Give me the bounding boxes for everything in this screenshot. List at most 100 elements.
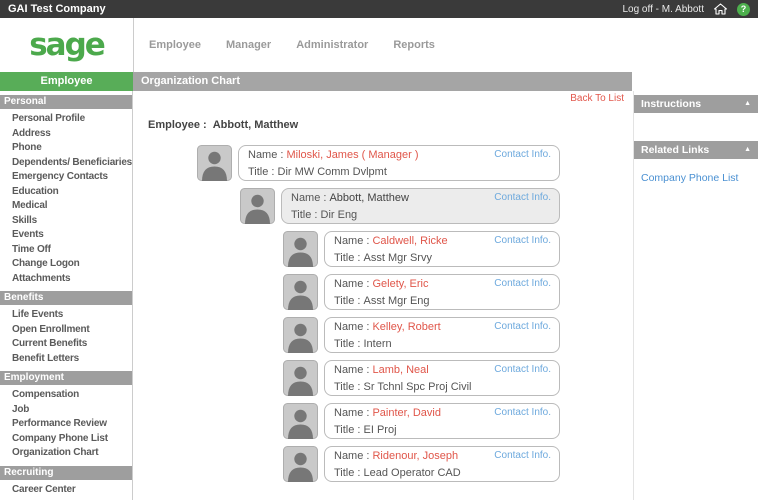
name-label: Name : bbox=[291, 192, 326, 204]
sidebar-item-time-off[interactable]: Time Off bbox=[0, 243, 132, 258]
org-card-title-line: Title :Sr Tchnl Spc Proj Civil bbox=[334, 378, 551, 395]
employee-title: Sr Tchnl Spc Proj Civil bbox=[364, 381, 472, 393]
nav-item-reports[interactable]: Reports bbox=[393, 39, 435, 51]
sidebar-item-dependents-beneficiaries[interactable]: Dependents/ Beneficiaries bbox=[0, 156, 132, 171]
avatar bbox=[283, 231, 318, 267]
title-label: Title : bbox=[248, 166, 275, 178]
sidebar-item-company-phone-list[interactable]: Company Phone List bbox=[0, 432, 132, 447]
top-bar: GAI Test Company Log off - M. Abbott ? bbox=[0, 0, 758, 18]
title-label: Title : bbox=[334, 381, 361, 393]
sidebar-item-phone[interactable]: Phone bbox=[0, 141, 132, 156]
org-chart-row: Name :Ridenour, Joseph Contact Info. Tit… bbox=[134, 446, 560, 482]
org-card: Name :Ridenour, Joseph Contact Info. Tit… bbox=[324, 446, 560, 482]
sidebar-item-benefit-letters[interactable]: Benefit Letters bbox=[0, 352, 132, 367]
instructions-panel-title: Instructions bbox=[641, 95, 701, 113]
employee-name: Gelety, Eric bbox=[372, 278, 428, 290]
page: GAI Test Company Log off - M. Abbott ? s… bbox=[0, 0, 758, 500]
sidebar-item-change-logon[interactable]: Change Logon bbox=[0, 257, 132, 272]
employee-title: Dir Eng bbox=[321, 209, 358, 221]
org-card-title-line: Title :Asst Mgr Srvy bbox=[334, 249, 551, 266]
main-content: Back To List Employee : Abbott, Matthew N… bbox=[134, 91, 632, 500]
sidebar-section-header-recruiting: Recruiting bbox=[0, 466, 132, 480]
sidebar-item-personal-profile[interactable]: Personal Profile bbox=[0, 112, 132, 127]
employee-heading-label: Employee : bbox=[148, 119, 207, 131]
sidebar-item-organization-chart[interactable]: Organization Chart bbox=[0, 446, 132, 461]
org-chart-row: Name :Gelety, Eric Contact Info. Title :… bbox=[134, 274, 560, 310]
nav-item-employee[interactable]: Employee bbox=[149, 39, 201, 51]
sidebar-section-items: Compensation Job Performance Review Comp… bbox=[0, 385, 132, 463]
sidebar-item-attachments[interactable]: Attachments bbox=[0, 272, 132, 287]
avatar-silhouette-icon bbox=[283, 274, 318, 310]
title-label: Title : bbox=[334, 295, 361, 307]
sidebar-item-job[interactable]: Job bbox=[0, 403, 132, 418]
company-name: GAI Test Company bbox=[8, 3, 106, 15]
sidebar-item-events[interactable]: Events bbox=[0, 228, 132, 243]
name-label: Name : bbox=[334, 278, 369, 290]
org-card-name-line: Name :Kelley, Robert bbox=[334, 318, 441, 335]
contact-info-link[interactable]: Contact Info. bbox=[494, 276, 551, 291]
employee-name: Painter, David bbox=[372, 407, 440, 419]
employee-name: Caldwell, Ricke bbox=[372, 235, 447, 247]
title-label: Title : bbox=[291, 209, 318, 221]
contact-info-link[interactable]: Contact Info. bbox=[494, 147, 551, 162]
avatar-silhouette-icon bbox=[197, 145, 232, 181]
org-card: Name :Miloski, James ( Manager ) Contact… bbox=[238, 145, 560, 181]
sidebar-item-career-center[interactable]: Career Center bbox=[0, 483, 132, 498]
avatar bbox=[283, 317, 318, 353]
sidebar-item-performance-review[interactable]: Performance Review bbox=[0, 417, 132, 432]
contact-info-link[interactable]: Contact Info. bbox=[494, 362, 551, 377]
name-label: Name : bbox=[334, 321, 369, 333]
avatar bbox=[197, 145, 232, 181]
sidebar-item-medical[interactable]: Medical bbox=[0, 199, 132, 214]
name-label: Name : bbox=[248, 149, 283, 161]
employee-name: Kelley, Robert bbox=[372, 321, 440, 333]
related-links-list: Company Phone List bbox=[634, 172, 758, 184]
sidebar-item-address[interactable]: Address bbox=[0, 127, 132, 142]
avatar-silhouette-icon bbox=[283, 317, 318, 353]
org-card-title-line: Title :Dir MW Comm Dvlpmt bbox=[248, 163, 551, 180]
avatar-silhouette-icon bbox=[240, 188, 275, 224]
employee-heading: Employee : Abbott, Matthew bbox=[148, 119, 298, 131]
collapse-arrow-icon[interactable]: ▲ bbox=[744, 141, 751, 159]
contact-info-link[interactable]: Contact Info. bbox=[494, 233, 551, 248]
employee-heading-name: Abbott, Matthew bbox=[213, 119, 299, 131]
nav-item-administrator[interactable]: Administrator bbox=[296, 39, 368, 51]
related-link-company-phone-list[interactable]: Company Phone List bbox=[634, 172, 758, 184]
sidebar-item-life-events[interactable]: Life Events bbox=[0, 308, 132, 323]
contact-info-link[interactable]: Contact Info. bbox=[494, 448, 551, 463]
name-label: Name : bbox=[334, 235, 369, 247]
org-card-title-line: Title :Intern bbox=[334, 335, 551, 352]
related-links-panel-header[interactable]: Related Links ▲ bbox=[634, 141, 758, 159]
collapse-arrow-icon[interactable]: ▲ bbox=[744, 95, 751, 113]
instructions-panel-header[interactable]: Instructions ▲ bbox=[634, 95, 758, 113]
sidebar-item-current-benefits[interactable]: Current Benefits bbox=[0, 337, 132, 352]
contact-info-link[interactable]: Contact Info. bbox=[494, 405, 551, 420]
page-title: Organization Chart bbox=[133, 72, 632, 91]
org-chart-row: Name :Miloski, James ( Manager ) Contact… bbox=[134, 145, 560, 181]
contact-info-link[interactable]: Contact Info. bbox=[494, 190, 551, 205]
org-chart-row: Name :Caldwell, Ricke Contact Info. Titl… bbox=[134, 231, 560, 267]
help-icon[interactable]: ? bbox=[737, 3, 750, 16]
sidebar-item-education[interactable]: Education bbox=[0, 185, 132, 200]
employee-name: Abbott, Matthew bbox=[329, 192, 409, 204]
org-card: Name :Painter, David Contact Info. Title… bbox=[324, 403, 560, 439]
employee-name: Miloski, James ( Manager ) bbox=[286, 149, 418, 161]
logoff-link[interactable]: Log off - M. Abbott bbox=[622, 4, 704, 15]
title-label: Title : bbox=[334, 467, 361, 479]
sidebar-section: Employment Compensation Job Performance … bbox=[0, 371, 132, 463]
contact-info-link[interactable]: Contact Info. bbox=[494, 319, 551, 334]
module-tab-employee[interactable]: Employee bbox=[0, 72, 133, 91]
avatar-silhouette-icon bbox=[283, 403, 318, 439]
sidebar-section-header-employment: Employment bbox=[0, 371, 132, 385]
back-to-list-link[interactable]: Back To List bbox=[570, 93, 624, 104]
instructions-panel-body bbox=[634, 113, 758, 141]
sidebar-item-emergency-contacts[interactable]: Emergency Contacts bbox=[0, 170, 132, 185]
sidebar-item-compensation[interactable]: Compensation bbox=[0, 388, 132, 403]
org-chart-row: Name :Kelley, Robert Contact Info. Title… bbox=[134, 317, 560, 353]
home-icon[interactable] bbox=[713, 3, 728, 15]
nav-item-manager[interactable]: Manager bbox=[226, 39, 271, 51]
sidebar-item-skills[interactable]: Skills bbox=[0, 214, 132, 229]
sidebar-item-open-enrollment[interactable]: Open Enrollment bbox=[0, 323, 132, 338]
name-label: Name : bbox=[334, 450, 369, 462]
employee-name: Lamb, Neal bbox=[372, 364, 428, 376]
